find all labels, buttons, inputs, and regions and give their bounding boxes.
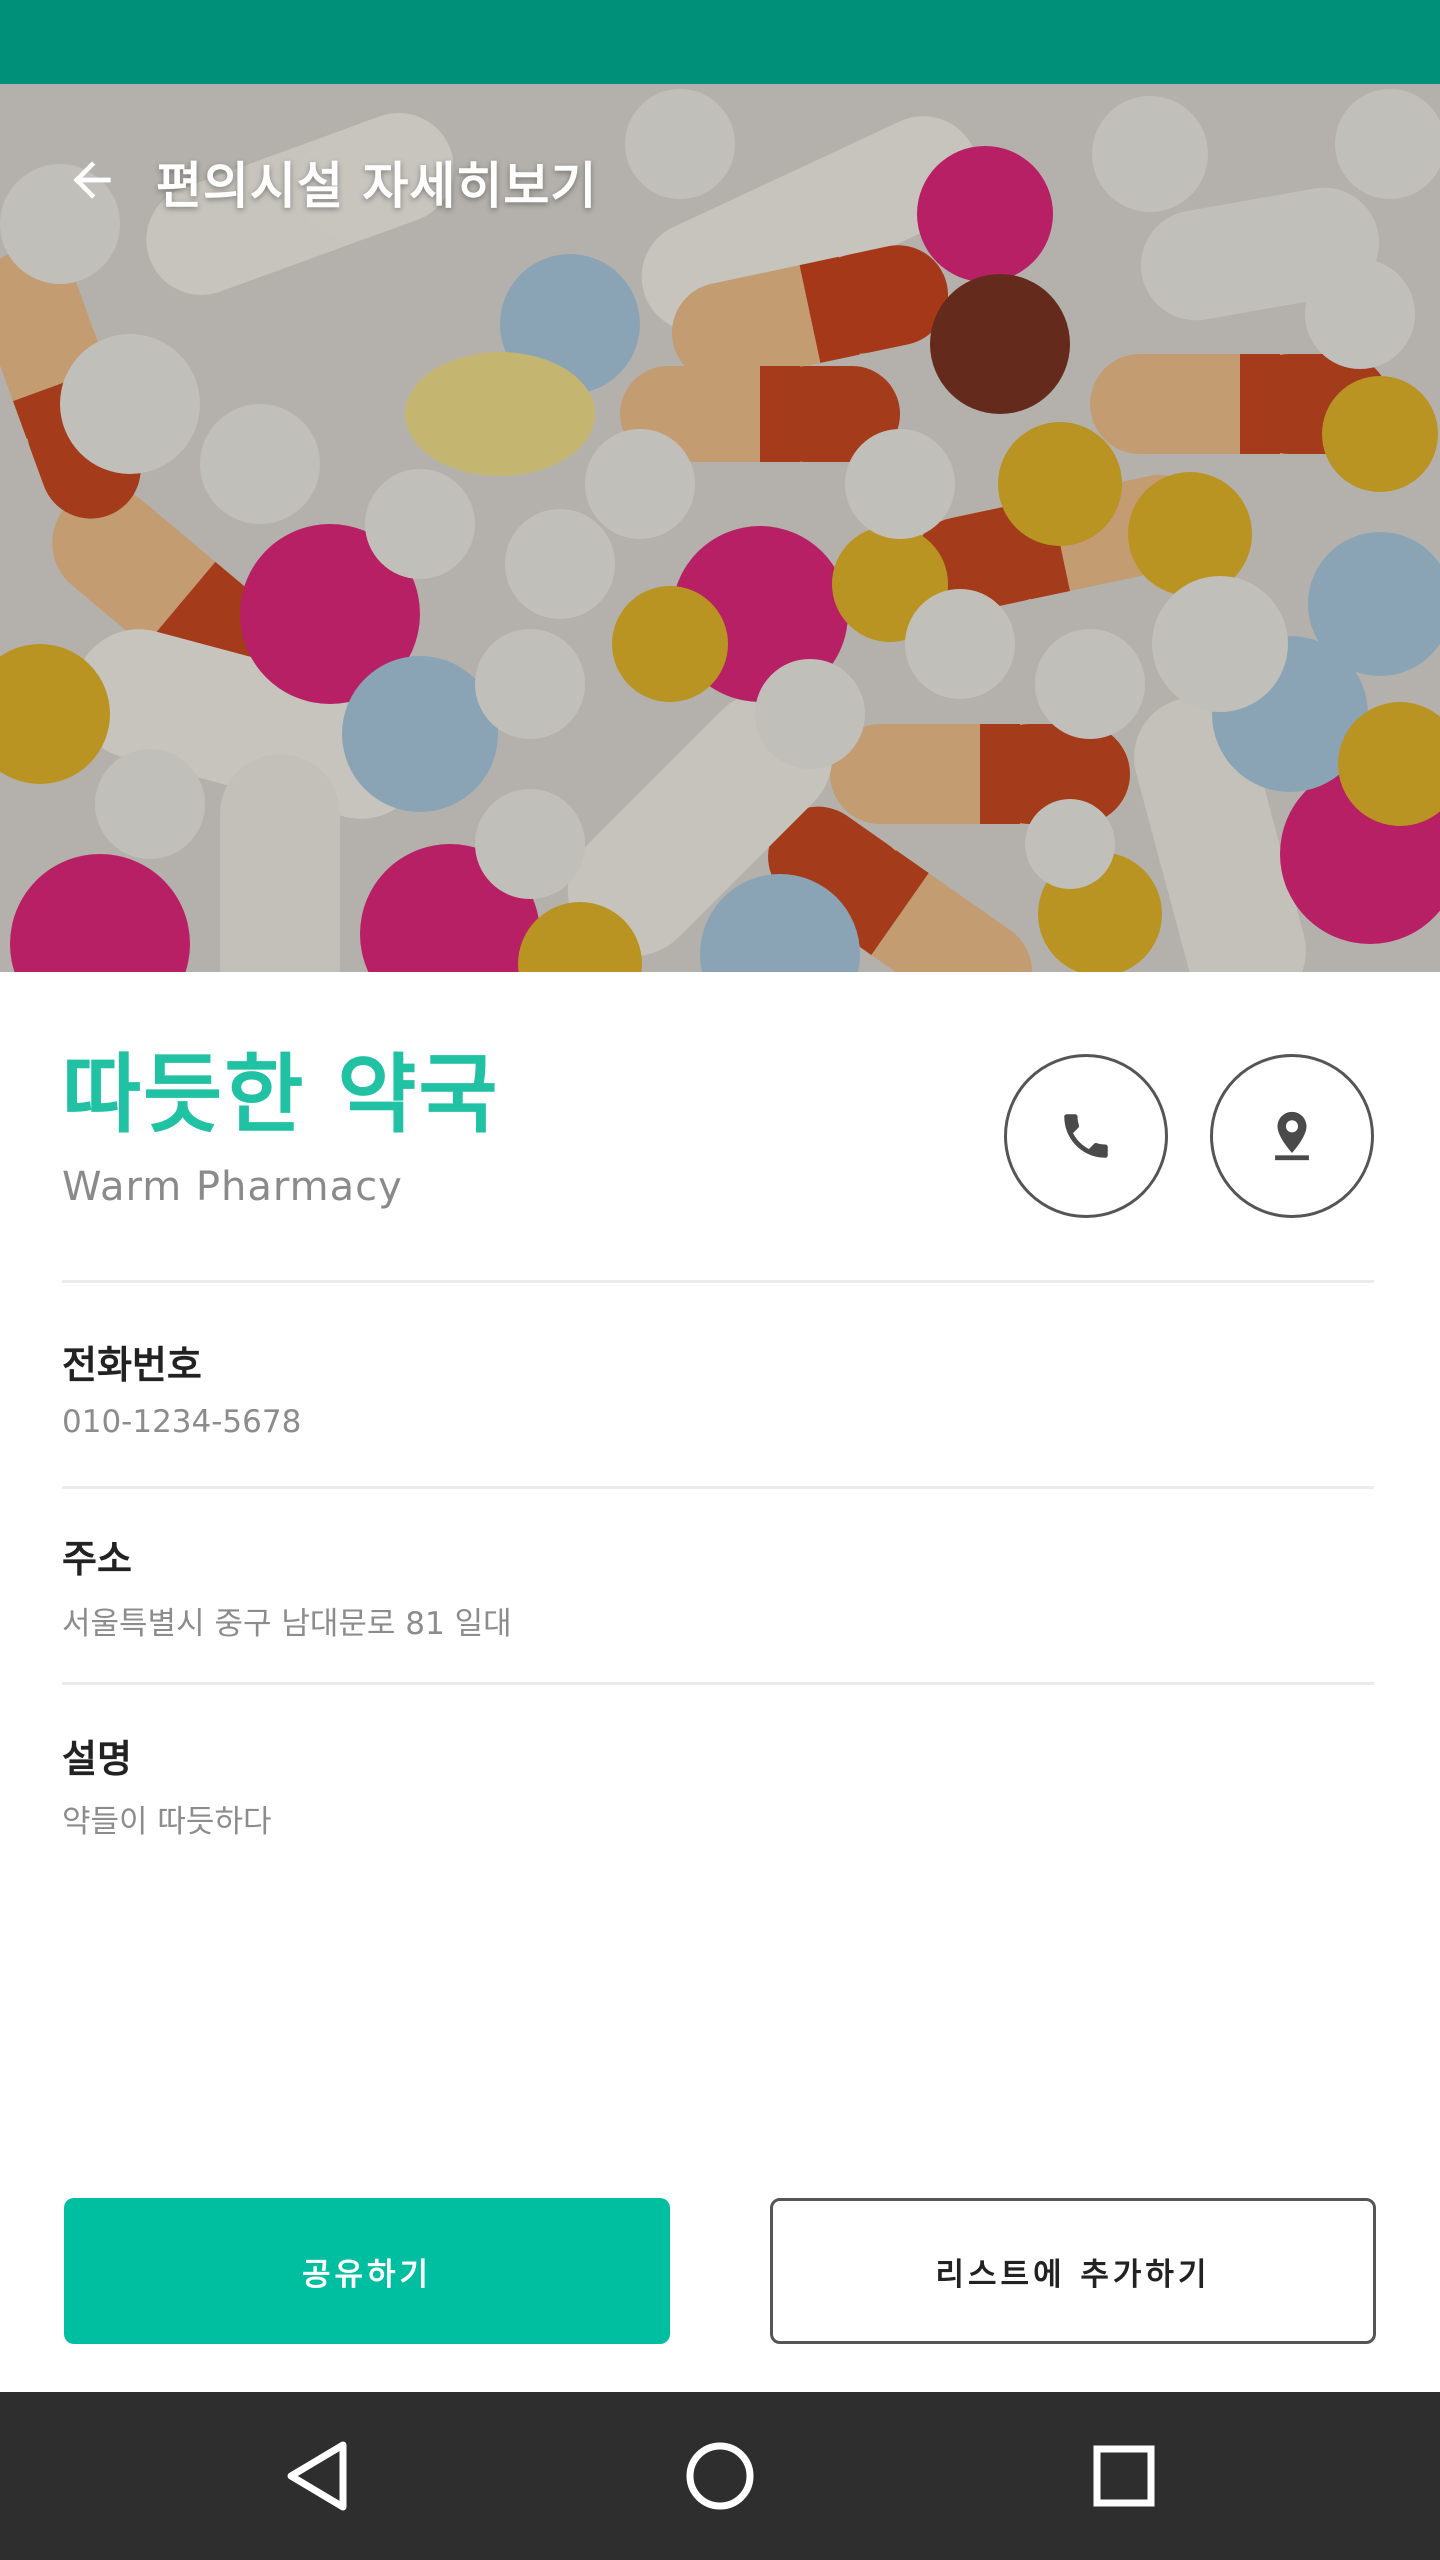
back-button[interactable]	[56, 144, 128, 216]
back-triangle-icon	[287, 2441, 347, 2511]
call-button[interactable]	[1004, 1054, 1168, 1218]
divider	[62, 1280, 1374, 1283]
add-to-list-button[interactable]: 리스트에 추가하기	[770, 2198, 1376, 2344]
share-button[interactable]: 공유하기	[64, 2198, 670, 2344]
home-circle-icon	[686, 2442, 754, 2510]
status-bar	[0, 0, 1440, 84]
nav-recents-button[interactable]	[1074, 2426, 1174, 2526]
phone-icon	[1064, 1114, 1108, 1158]
facility-name-en: Warm Pharmacy	[62, 1164, 403, 1210]
nav-back-button[interactable]	[266, 2426, 366, 2526]
location-pin-icon	[1275, 1111, 1309, 1161]
facility-name-ko: 따듯한 약국	[62, 1045, 500, 1145]
divider	[62, 1682, 1374, 1685]
description-label: 설명	[62, 1737, 132, 1781]
address-value: 서울특별시 중구 남대문로 81 일대	[62, 1606, 512, 1642]
description-value: 약들이 따듯하다	[62, 1804, 272, 1840]
arrow-back-icon	[73, 161, 111, 199]
divider	[62, 1486, 1374, 1489]
app-bar: 편의시설 자세히보기	[0, 84, 1440, 280]
facility-title-block: 따듯한 약국 Warm Pharmacy	[62, 1052, 500, 1210]
address-label: 주소	[62, 1537, 132, 1581]
map-button[interactable]	[1210, 1054, 1374, 1218]
phone-value: 010-1234-5678	[62, 1404, 302, 1440]
nav-home-button[interactable]	[670, 2426, 770, 2526]
recents-square-icon	[1093, 2445, 1155, 2507]
system-nav-bar	[0, 2392, 1440, 2560]
phone-label: 전화번호	[62, 1343, 202, 1387]
page-title: 편의시설 자세히보기	[156, 157, 598, 215]
